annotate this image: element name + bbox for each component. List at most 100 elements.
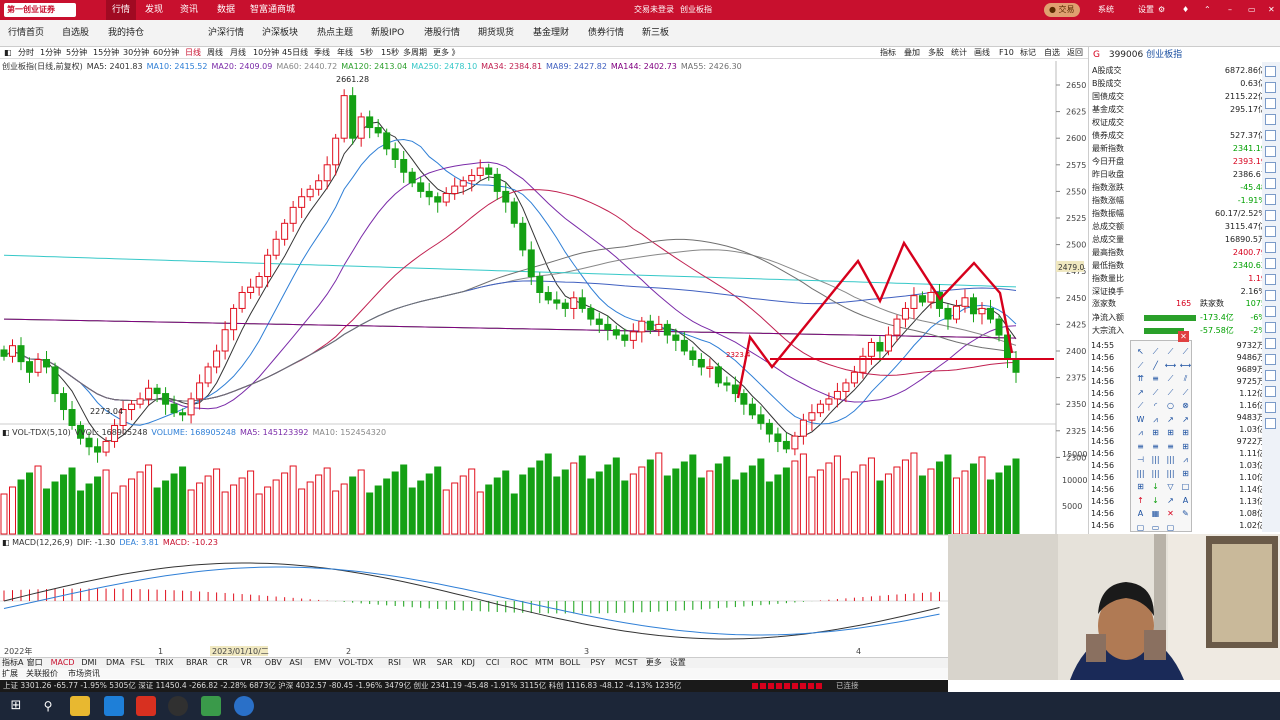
minimize-icon[interactable]: –: [1228, 0, 1232, 20]
nav-holdings[interactable]: 我的持仓: [108, 20, 144, 47]
drawing-tool-icon[interactable]: ⟋: [1164, 345, 1177, 358]
drawing-tool-icon[interactable]: ⟋: [1134, 359, 1147, 372]
drawing-tool-icon[interactable]: ↑: [1134, 494, 1147, 507]
file-explorer-icon[interactable]: [70, 696, 90, 716]
indicator-tab[interactable]: KDJ: [461, 658, 475, 668]
drawing-tool-icon[interactable]: ↓: [1149, 480, 1162, 493]
windows-start-icon[interactable]: ⊞: [6, 696, 26, 716]
system-menu[interactable]: 系统: [1098, 0, 1114, 20]
shortcut-icon[interactable]: [1265, 402, 1276, 413]
shortcut-icon[interactable]: [1265, 66, 1276, 77]
drawing-tool-icon[interactable]: ▢: [1164, 521, 1177, 534]
nav-funds[interactable]: 基金理财: [533, 20, 569, 47]
trade-button[interactable]: ● 交易: [1044, 3, 1080, 17]
indicator-tab[interactable]: MTM: [535, 658, 554, 668]
period-tab[interactable]: 45日线: [282, 47, 308, 59]
drawing-tool-icon[interactable]: ↗: [1179, 413, 1192, 426]
indicator-tab[interactable]: ROC: [510, 658, 527, 668]
drawing-tool-icon[interactable]: ↗: [1134, 386, 1147, 399]
indicator-tab[interactable]: RSI: [388, 658, 401, 668]
drawing-tool-icon[interactable]: ↓: [1149, 494, 1162, 507]
nav-hs-market[interactable]: 沪深行情: [208, 20, 244, 47]
extension-tab[interactable]: 市场资讯: [68, 668, 100, 679]
indicator-tab[interactable]: EMV: [314, 658, 331, 668]
drawing-tool-icon[interactable]: ⟋: [1164, 386, 1177, 399]
period-tab[interactable]: 5秒: [360, 47, 373, 59]
indicator-tab[interactable]: 设置: [670, 658, 686, 668]
tool-watch[interactable]: 自选: [1044, 47, 1060, 59]
drawing-tool-icon[interactable]: ⟋: [1149, 345, 1162, 358]
indicator-tab[interactable]: TRIX: [155, 658, 173, 668]
shortcut-icon[interactable]: [1265, 114, 1276, 125]
drawing-tool-icon[interactable]: ≡: [1149, 372, 1162, 385]
period-tab[interactable]: 年线: [337, 47, 353, 59]
indicator-tab[interactable]: 窗口: [27, 658, 43, 668]
drawing-tool-icon[interactable]: ⊞: [1179, 467, 1192, 480]
menu-market[interactable]: 行情: [106, 0, 137, 20]
period-tab[interactable]: 1分钟: [40, 47, 61, 59]
drawing-tool-icon[interactable]: |||: [1134, 467, 1147, 480]
shortcut-icon[interactable]: [1265, 98, 1276, 109]
drawing-tool-icon[interactable]: ⟷: [1179, 359, 1192, 372]
period-tab-active[interactable]: 日线: [185, 47, 201, 59]
indicator-tab[interactable]: DMI: [81, 658, 96, 668]
drawing-tool-icon[interactable]: ↗: [1164, 413, 1177, 426]
period-tab[interactable]: 15分钟: [93, 47, 119, 59]
app-icon-green[interactable]: [201, 696, 221, 716]
chart-menu-icon[interactable]: ◧: [4, 47, 12, 59]
period-tab[interactable]: 季线: [314, 47, 330, 59]
menu-data[interactable]: 数据: [211, 0, 241, 20]
drawing-tool-icon[interactable]: ⟋: [1134, 399, 1147, 412]
drawing-tool-icon[interactable]: ⟋: [1179, 345, 1192, 358]
indicator-tab[interactable]: WR: [413, 658, 426, 668]
shortcut-icon[interactable]: [1265, 210, 1276, 221]
extension-tab[interactable]: 扩展: [2, 668, 18, 679]
login-status[interactable]: 交易未登录: [634, 0, 674, 20]
shortcut-icon[interactable]: [1265, 370, 1276, 381]
nav-bonds[interactable]: 债券行情: [588, 20, 624, 47]
indicator-tab[interactable]: 更多: [646, 658, 662, 668]
drawing-tool-icon[interactable]: ╱: [1149, 359, 1162, 372]
shortcut-icon[interactable]: [1265, 338, 1276, 349]
drawing-tool-icon[interactable]: ⊞: [1149, 426, 1162, 439]
drawing-tool-icon[interactable]: ▽: [1164, 480, 1177, 493]
app-icon-blue[interactable]: [104, 696, 124, 716]
drawing-tool-icon[interactable]: ⊗: [1179, 399, 1192, 412]
drawing-tool-icon[interactable]: A: [1179, 494, 1192, 507]
indicator-tab[interactable]: OBV: [265, 658, 282, 668]
drawing-tool-icon[interactable]: ⟋: [1149, 386, 1162, 399]
indicator-tab[interactable]: FSL: [131, 658, 145, 668]
nav-hk[interactable]: 港股行情: [424, 20, 460, 47]
drawing-tool-icon[interactable]: ↗: [1164, 494, 1177, 507]
shortcut-icon[interactable]: [1265, 194, 1276, 205]
settings-menu[interactable]: 设置: [1138, 0, 1154, 20]
drawing-tool-icon[interactable]: ⩘: [1134, 426, 1147, 439]
tool-back[interactable]: 返回: [1067, 47, 1083, 59]
shortcut-icon[interactable]: [1265, 82, 1276, 93]
drawing-tool-icon[interactable]: ▢: [1134, 521, 1147, 534]
period-tab[interactable]: 10分钟: [253, 47, 279, 59]
period-tab[interactable]: 月线: [230, 47, 246, 59]
drawing-tool-icon[interactable]: ⊞: [1179, 426, 1192, 439]
drawing-tool-icon[interactable]: ⟋: [1179, 386, 1192, 399]
period-tab[interactable]: 15秒: [381, 47, 399, 59]
nav-neeq[interactable]: 新三板: [642, 20, 669, 47]
menu-discover[interactable]: 发现: [139, 0, 169, 20]
period-tab[interactable]: 30分钟: [123, 47, 149, 59]
indicator-tab[interactable]: CR: [217, 658, 228, 668]
drawing-tool-icon[interactable]: ⫽: [1179, 372, 1192, 385]
shortcut-icon[interactable]: [1265, 242, 1276, 253]
shortcut-icon[interactable]: [1265, 162, 1276, 173]
drawing-tool-icon[interactable]: ⊞: [1134, 480, 1147, 493]
indicator-tab[interactable]: CCI: [486, 658, 500, 668]
menu-mall[interactable]: 智富通商城: [244, 0, 301, 20]
app-icon-browser[interactable]: [234, 696, 254, 716]
drawing-tool-icon[interactable]: ⩘: [1179, 453, 1192, 466]
drawing-tool-icon[interactable]: |||: [1149, 453, 1162, 466]
shortcut-icon[interactable]: [1265, 290, 1276, 301]
drawing-tool-icon[interactable]: W: [1134, 413, 1147, 426]
drawing-tool-icon[interactable]: |||: [1149, 467, 1162, 480]
pane-menu-icon[interactable]: ◧: [2, 428, 12, 437]
shortcut-icon[interactable]: [1265, 130, 1276, 141]
indicator-tab[interactable]: 指标A: [2, 658, 23, 668]
